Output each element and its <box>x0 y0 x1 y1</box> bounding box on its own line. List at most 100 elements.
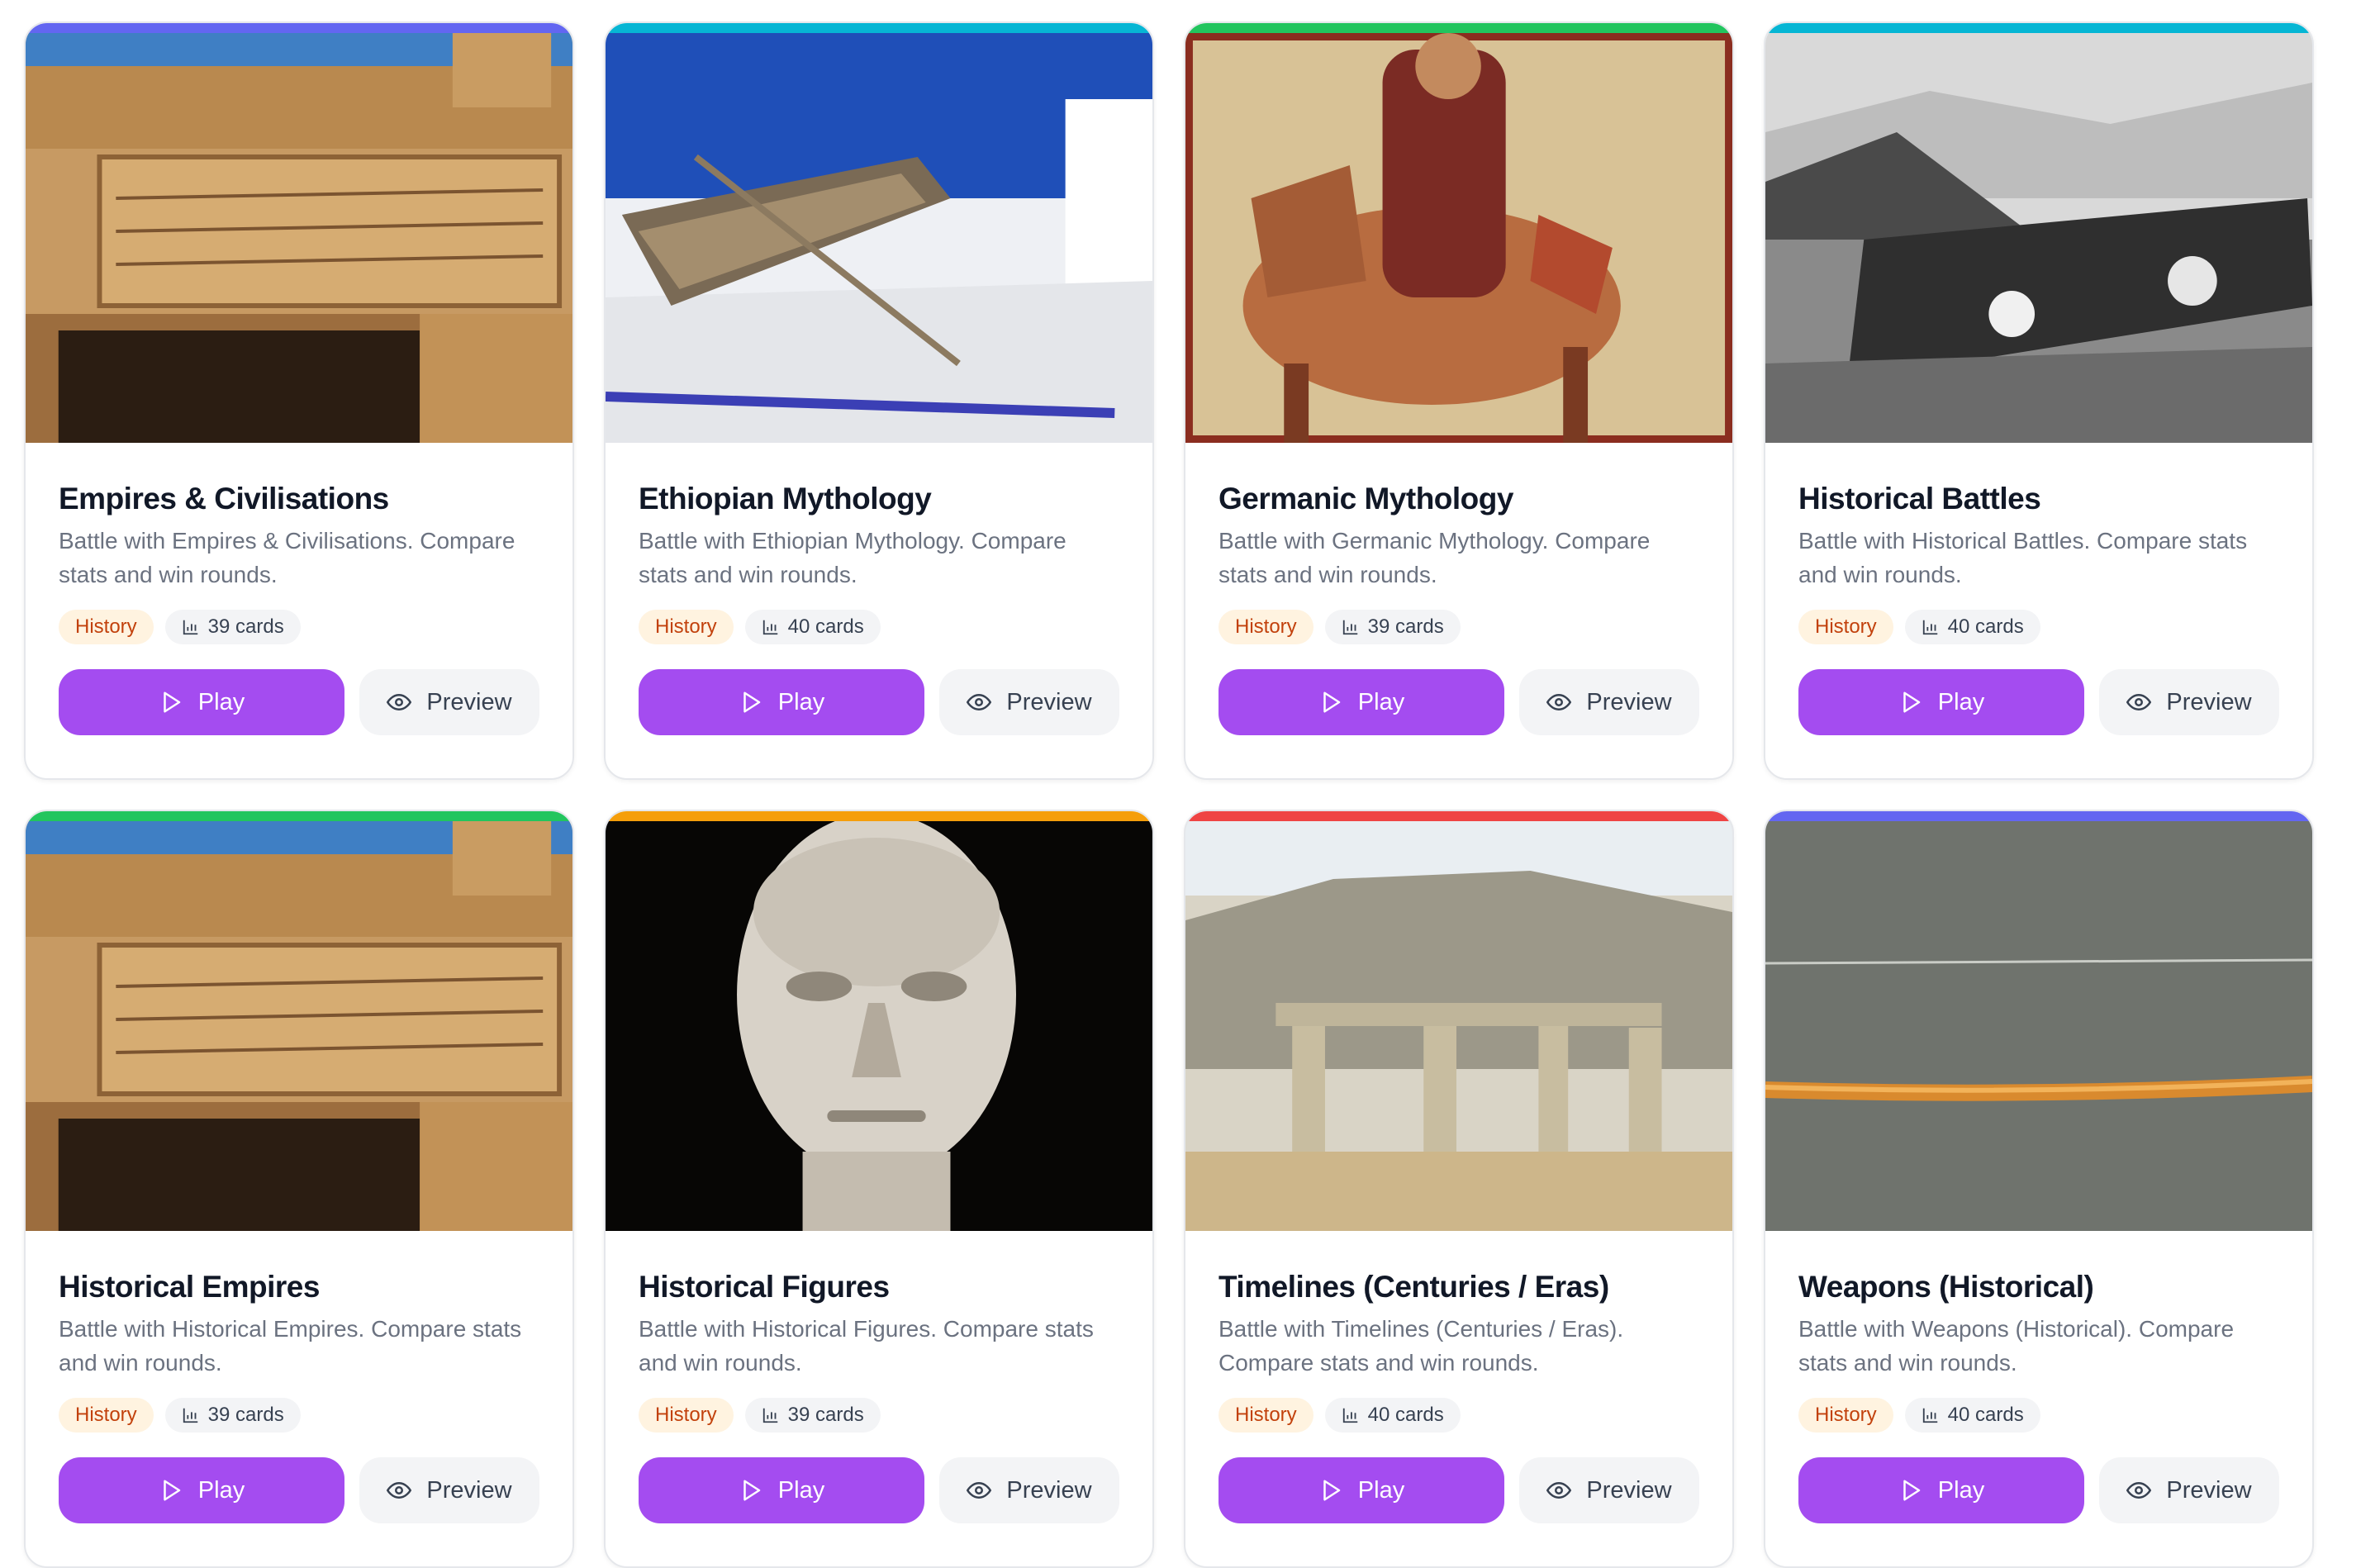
play-label: Play <box>777 688 825 715</box>
card-image <box>606 33 1152 443</box>
card-count-badge: 39 cards <box>744 1398 881 1433</box>
card-description: Battle with Historical Figures. Compare … <box>639 1316 1094 1376</box>
play-icon <box>743 691 761 713</box>
deck-grid: Empires & Civilisations Battle with Empi… <box>24 21 2314 1568</box>
card-image <box>606 821 1152 1231</box>
card-description: Battle with Germanic Mythology. Compare … <box>1219 528 1651 587</box>
eye-icon <box>1546 1481 1572 1499</box>
bar-chart-icon <box>183 620 197 635</box>
play-label: Play <box>1937 688 1985 715</box>
play-button[interactable]: Play <box>1219 1457 1504 1523</box>
deck-card: Weapons (Historical) Battle with Weapons… <box>1764 810 2314 1568</box>
category-badge: History <box>639 1398 734 1433</box>
card-accent-bar <box>26 811 572 821</box>
play-label: Play <box>777 1476 825 1504</box>
eye-icon <box>2126 1481 2152 1499</box>
play-button[interactable]: Play <box>1798 1457 2084 1523</box>
bar-chart-icon <box>183 1408 197 1423</box>
play-button[interactable]: Play <box>639 1457 924 1523</box>
card-title: Weapons (Historical) <box>1798 1270 2094 1304</box>
preview-label: Preview <box>1006 688 1092 715</box>
card-title: Germanic Mythology <box>1219 482 1513 516</box>
card-image <box>1185 33 1732 443</box>
card-title: Historical Empires <box>59 1270 320 1304</box>
card-count-label: 39 cards <box>207 615 284 638</box>
deck-card: Historical Empires Battle with Historica… <box>24 810 574 1568</box>
preview-button[interactable]: Preview <box>1519 669 1699 735</box>
card-title: Empires & Civilisations <box>59 482 389 516</box>
play-button[interactable]: Play <box>639 669 924 735</box>
preview-label: Preview <box>2166 1476 2252 1504</box>
card-count-label: 39 cards <box>1367 615 1444 638</box>
category-badge: History <box>639 610 734 644</box>
bar-chart-icon <box>1922 1408 1937 1423</box>
category-badge: History <box>1219 1398 1314 1433</box>
card-count-badge: 39 cards <box>164 610 301 644</box>
preview-button[interactable]: Preview <box>2099 1457 2279 1523</box>
card-description: Battle with Historical Battles. Compare … <box>1798 528 2248 587</box>
bar-chart-icon <box>762 1408 777 1423</box>
card-accent-bar <box>1765 811 2312 821</box>
play-label: Play <box>197 688 245 715</box>
card-title: Historical Battles <box>1798 482 2041 516</box>
category-badge: History <box>1219 610 1314 644</box>
card-title: Ethiopian Mythology <box>639 482 932 516</box>
play-label: Play <box>197 1476 245 1504</box>
card-count-label: 40 cards <box>1367 1404 1444 1426</box>
card-description: Battle with Empires & Civilisations. Com… <box>59 528 515 587</box>
preview-button[interactable]: Preview <box>1519 1457 1699 1523</box>
eye-icon <box>1546 693 1572 711</box>
card-description: Battle with Weapons (Historical). Compar… <box>1798 1316 2235 1376</box>
play-icon <box>1323 691 1341 713</box>
play-icon <box>743 1480 761 1501</box>
card-image <box>1185 821 1732 1231</box>
category-badge: History <box>59 1398 154 1433</box>
play-label: Play <box>1357 1476 1405 1504</box>
preview-button[interactable]: Preview <box>359 1457 539 1523</box>
preview-button[interactable]: Preview <box>939 669 1119 735</box>
bar-chart-icon <box>1342 1408 1357 1423</box>
preview-label: Preview <box>1006 1476 1092 1504</box>
card-description: Battle with Historical Empires. Compare … <box>59 1316 522 1376</box>
deck-card: Germanic Mythology Battle with Germanic … <box>1184 21 1734 780</box>
preview-button[interactable]: Preview <box>2099 669 2279 735</box>
eye-icon <box>967 693 992 711</box>
card-count-badge: 39 cards <box>1324 610 1461 644</box>
card-image <box>1765 33 2312 443</box>
card-accent-bar <box>606 23 1152 33</box>
card-description: Battle with Timelines (Centuries / Eras)… <box>1219 1316 1624 1376</box>
card-accent-bar <box>26 23 572 33</box>
card-accent-bar <box>1765 23 2312 33</box>
play-button[interactable]: Play <box>1798 669 2084 735</box>
card-count-label: 40 cards <box>787 615 864 638</box>
preview-label: Preview <box>2166 688 2252 715</box>
preview-button[interactable]: Preview <box>359 669 539 735</box>
play-icon <box>1903 691 1921 713</box>
bar-chart-icon <box>1342 620 1357 635</box>
card-count-badge: 40 cards <box>1904 610 2040 644</box>
bar-chart-icon <box>762 620 777 635</box>
play-label: Play <box>1357 688 1405 715</box>
bar-chart-icon <box>1922 620 1937 635</box>
category-badge: History <box>59 610 154 644</box>
play-icon <box>164 691 181 713</box>
card-count-label: 39 cards <box>207 1404 284 1426</box>
card-accent-bar <box>1185 811 1732 821</box>
card-count-badge: 40 cards <box>744 610 881 644</box>
play-button[interactable]: Play <box>1219 669 1504 735</box>
card-image <box>1765 821 2312 1231</box>
play-button[interactable]: Play <box>59 669 344 735</box>
play-button[interactable]: Play <box>59 1457 344 1523</box>
eye-icon <box>967 1481 992 1499</box>
eye-icon <box>2126 693 2152 711</box>
preview-label: Preview <box>426 688 512 715</box>
play-label: Play <box>1937 1476 1985 1504</box>
deck-card: Empires & Civilisations Battle with Empi… <box>24 21 574 780</box>
card-description: Battle with Ethiopian Mythology. Compare… <box>639 528 1066 587</box>
card-count-label: 39 cards <box>787 1404 864 1426</box>
preview-button[interactable]: Preview <box>939 1457 1119 1523</box>
preview-label: Preview <box>426 1476 512 1504</box>
deck-card: Timelines (Centuries / Eras) Battle with… <box>1184 810 1734 1568</box>
card-accent-bar <box>1185 23 1732 33</box>
card-image <box>26 33 572 443</box>
